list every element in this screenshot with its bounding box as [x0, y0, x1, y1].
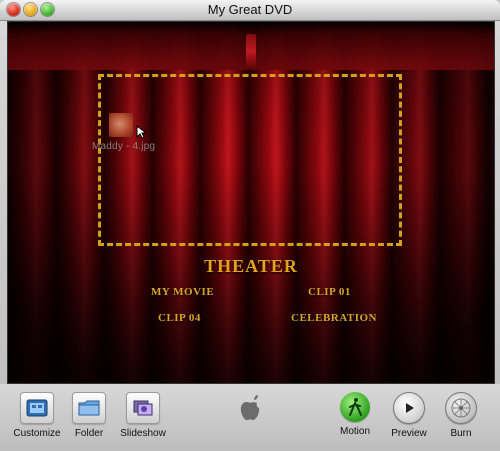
- menu-button-clip-04[interactable]: CLIP 04: [158, 312, 201, 324]
- curtain-tassel: [246, 34, 256, 68]
- burn-button[interactable]: Burn: [430, 392, 492, 444]
- bottom-toolbar: Customize Folder Slideshow Motion Previe…: [0, 384, 500, 451]
- dragged-photo-label: Maddy - 4.jpg: [92, 141, 156, 152]
- folder-label: Folder: [74, 428, 104, 439]
- menu-button-celebration[interactable]: CELEBRATION: [291, 312, 377, 324]
- title-bar: My Great DVD: [0, 0, 500, 21]
- motion-walking-icon: [340, 392, 370, 422]
- menu-preview-stage[interactable]: Maddy - 4.jpg THEATER MY MOVIE CLIP 01 C…: [7, 21, 495, 384]
- window-title: My Great DVD: [207, 2, 293, 17]
- menu-button-clip-01[interactable]: CLIP 01: [308, 286, 351, 298]
- burn-icon: [445, 392, 477, 424]
- motion-button[interactable]: Motion: [324, 392, 386, 444]
- folder-icon: [72, 392, 106, 424]
- burn-label: Burn: [450, 428, 472, 439]
- dragged-photo-thumbnail[interactable]: [109, 113, 133, 137]
- drop-zone[interactable]: [98, 74, 402, 246]
- apple-logo-icon: [240, 395, 260, 420]
- menu-title: THEATER: [204, 256, 298, 276]
- motion-label: Motion: [339, 426, 370, 437]
- play-icon: [393, 392, 425, 424]
- menu-button-my-movie[interactable]: MY MOVIE: [151, 286, 214, 298]
- slideshow-icon: [126, 392, 160, 424]
- idvd-window: My Great DVD Maddy - 4.jpg THEATER MY MO…: [0, 0, 500, 451]
- folder-button[interactable]: Folder: [58, 392, 120, 444]
- slideshow-label: Slideshow: [120, 428, 166, 439]
- customize-icon: [20, 392, 54, 424]
- pointer-cursor-icon: [136, 125, 146, 139]
- slideshow-button[interactable]: Slideshow: [112, 392, 174, 444]
